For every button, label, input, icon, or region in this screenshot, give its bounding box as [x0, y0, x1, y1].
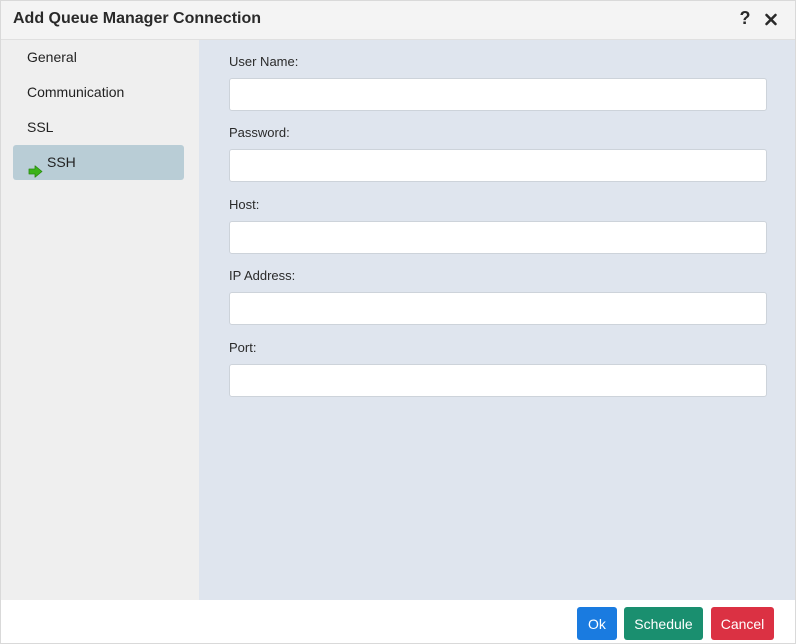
sidebar-nav: General Communication SSL SSH	[1, 40, 199, 600]
sidebar-item-label: General	[27, 49, 77, 65]
add-queue-manager-dialog: Add Queue Manager Connection ? General C…	[0, 0, 796, 644]
ok-button[interactable]: Ok	[577, 607, 617, 640]
sidebar-item-ssh[interactable]: SSH	[13, 145, 184, 180]
user-name-label: User Name:	[229, 54, 299, 69]
user-name-input[interactable]	[229, 78, 767, 111]
sidebar-item-label: SSH	[47, 154, 76, 170]
cancel-button[interactable]: Cancel	[711, 607, 774, 640]
port-label: Port:	[229, 340, 257, 355]
ip-address-input[interactable]	[229, 292, 767, 325]
host-input[interactable]	[229, 221, 767, 254]
password-input[interactable]	[229, 149, 767, 182]
dialog-footer: Ok Schedule Cancel	[1, 600, 795, 643]
sidebar-item-ssl[interactable]: SSL	[13, 110, 184, 145]
sidebar-item-general[interactable]: General	[13, 40, 184, 75]
ip-address-label: IP Address:	[229, 268, 296, 283]
green-arrow-right-icon	[28, 156, 43, 178]
close-icon[interactable]	[763, 9, 779, 29]
dialog-title: Add Queue Manager Connection	[13, 10, 262, 27]
sidebar-item-label: Communication	[27, 84, 125, 100]
port-input[interactable]	[229, 364, 767, 397]
host-label: Host:	[229, 197, 260, 212]
dialog-titlebar: Add Queue Manager Connection ?	[1, 1, 795, 40]
schedule-button[interactable]: Schedule	[624, 607, 703, 640]
sidebar-item-communication[interactable]: Communication	[13, 75, 184, 110]
password-label: Password:	[229, 125, 290, 140]
ssh-settings-panel: User Name: Password: Host: IP Address: P…	[199, 40, 795, 600]
sidebar-item-label: SSL	[27, 119, 54, 135]
help-icon[interactable]: ?	[738, 7, 752, 29]
